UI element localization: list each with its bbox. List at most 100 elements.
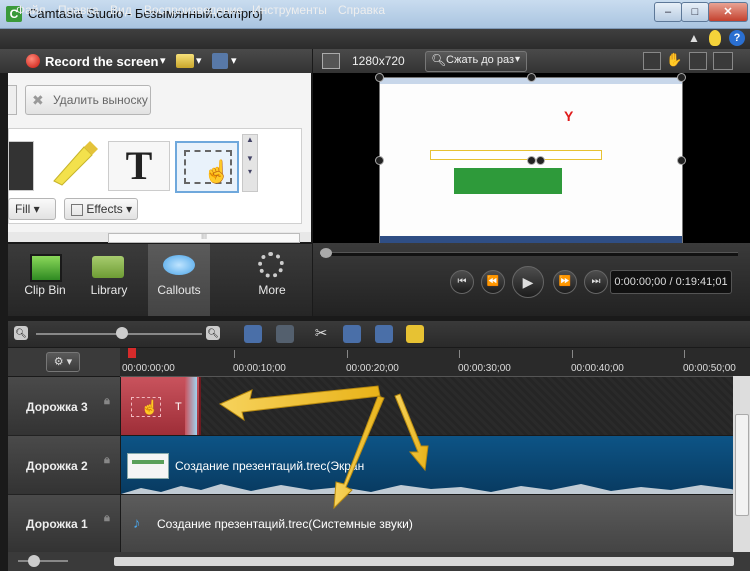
callout-clip[interactable]: ☝ T bbox=[121, 377, 201, 435]
scroll-thumb[interactable]: III bbox=[108, 233, 300, 243]
lock-icon[interactable]: 🔒︎ bbox=[104, 512, 110, 525]
fullscreen-icon[interactable] bbox=[713, 52, 733, 70]
tab-callouts[interactable]: Callouts bbox=[148, 244, 210, 316]
timeline-horizontal-scrollbar[interactable] bbox=[8, 552, 750, 571]
fast-forward-button[interactable]: ⏩ bbox=[553, 270, 577, 294]
rotate-handle-2[interactable] bbox=[536, 156, 545, 165]
paste-icon[interactable] bbox=[406, 325, 424, 343]
zoom-dropdown[interactable]: 🔍︎ Сжать до раз ▾ bbox=[425, 51, 527, 72]
track-head-2[interactable]: Дорожка 2 🔒︎ bbox=[8, 436, 120, 495]
menu-help[interactable]: Справка bbox=[338, 3, 385, 17]
ruler-label-50: 00:00:50;00 bbox=[683, 363, 736, 374]
copy-icon[interactable] bbox=[375, 325, 393, 343]
minimize-button[interactable]: – bbox=[654, 2, 682, 22]
time-total: 0:19:41;01 bbox=[675, 276, 728, 288]
panel-horizontal-scrollbar[interactable]: III bbox=[8, 232, 311, 243]
import-dropdown-arrow[interactable]: ▾ bbox=[196, 54, 202, 67]
fit-view-icon[interactable] bbox=[689, 52, 707, 70]
ruler-label-0: 00:00:00;00 bbox=[122, 363, 175, 374]
ruler-label-20: 00:00:20;00 bbox=[346, 363, 399, 374]
fill-dropdown[interactable]: Fill ▾ bbox=[8, 198, 56, 220]
scissors-icon[interactable]: ✂ bbox=[312, 325, 330, 343]
callout-tile-shape[interactable] bbox=[8, 141, 34, 191]
menu-tools[interactable]: Инструменты bbox=[252, 3, 327, 17]
tab-more-label: More bbox=[258, 283, 286, 297]
split-icon[interactable] bbox=[343, 325, 361, 343]
undo-icon[interactable] bbox=[244, 325, 262, 343]
playhead-marker[interactable] bbox=[128, 348, 136, 358]
zoom-slider-thumb[interactable] bbox=[116, 327, 128, 339]
waveform-preview bbox=[121, 484, 750, 494]
ruler-label-30: 00:00:30;00 bbox=[458, 363, 511, 374]
lock-icon[interactable]: 🔒︎ bbox=[104, 395, 110, 408]
skip-end-button[interactable]: ⏭ bbox=[584, 270, 608, 294]
gallery-scrollbar[interactable]: ▲ ▼ ▾ bbox=[242, 134, 258, 192]
delete-callout-label: Удалить выноску bbox=[53, 93, 148, 107]
fill-label: Fill bbox=[15, 202, 31, 216]
bank-banner-thumbnail bbox=[454, 168, 562, 194]
skip-start-button[interactable]: ⏮ bbox=[450, 270, 474, 294]
resize-handle-mr[interactable] bbox=[677, 156, 686, 165]
delete-callout-button[interactable]: ✖ Удалить выноску bbox=[25, 85, 151, 115]
track-head-3[interactable]: Дорожка 3 🔒︎ bbox=[8, 377, 120, 436]
menu-file[interactable]: Файл bbox=[16, 3, 46, 17]
scroll-thumb-v[interactable] bbox=[735, 414, 749, 516]
lock-icon[interactable]: 🔒︎ bbox=[104, 454, 110, 467]
import-media-icon[interactable] bbox=[176, 54, 194, 68]
rewind-button[interactable]: ⏪ bbox=[481, 270, 505, 294]
resize-handle-tl[interactable] bbox=[375, 73, 384, 82]
track-lane-3[interactable] bbox=[121, 377, 750, 435]
callout-tile-text[interactable]: T bbox=[108, 141, 170, 191]
zoom-in-icon[interactable]: 🔍︎ bbox=[206, 326, 220, 340]
track-head-1[interactable]: Дорожка 1 🔒︎ bbox=[8, 495, 120, 553]
menu-playback[interactable]: Воспроизведение bbox=[144, 3, 243, 17]
maximize-button[interactable]: □ bbox=[681, 2, 709, 22]
speech-bubble-icon bbox=[163, 255, 195, 275]
ruler-label-40: 00:00:40;00 bbox=[571, 363, 624, 374]
menu-edit[interactable]: Правка bbox=[58, 3, 99, 17]
record-screen-button[interactable]: Record the screen bbox=[45, 54, 158, 69]
track-name-1: Дорожка 1 bbox=[26, 517, 88, 531]
timeline-vertical-scrollbar[interactable] bbox=[733, 376, 750, 552]
scrub-track[interactable] bbox=[320, 252, 738, 256]
video-clip[interactable]: Создание презентаций.trec(Экран bbox=[121, 436, 750, 494]
record-dropdown-arrow[interactable]: ▾ bbox=[160, 54, 166, 67]
tab-library[interactable]: Library bbox=[78, 244, 140, 316]
canvas-size-icon[interactable] bbox=[322, 53, 340, 69]
crop-icon[interactable] bbox=[643, 52, 661, 70]
lightbulb-icon[interactable] bbox=[709, 30, 721, 46]
resize-handle-tr[interactable] bbox=[677, 73, 686, 82]
tab-more[interactable]: More bbox=[238, 244, 306, 316]
add-callout-button-partial[interactable] bbox=[8, 85, 17, 115]
menu-view[interactable]: Вид bbox=[110, 3, 132, 17]
tab-library-label: Library bbox=[90, 283, 128, 297]
bell-icon[interactable]: ▲ bbox=[688, 31, 702, 45]
rotate-handle[interactable] bbox=[527, 156, 536, 165]
audio-clip[interactable]: ♪ Создание презентаций.trec(Системные зв… bbox=[121, 495, 750, 552]
resize-handle-ml[interactable] bbox=[375, 156, 384, 165]
timeline-ruler[interactable] bbox=[120, 348, 750, 377]
pan-hand-icon[interactable]: ✋ bbox=[666, 52, 682, 68]
highlighter-icon bbox=[53, 141, 98, 186]
bottom-scroll-thumb[interactable] bbox=[28, 555, 40, 567]
effects-dropdown[interactable]: Effects ▾ bbox=[64, 198, 138, 220]
redo-icon[interactable] bbox=[276, 325, 294, 343]
resize-handle-tm[interactable] bbox=[527, 73, 536, 82]
zoom-out-icon[interactable]: 🔍︎ bbox=[14, 326, 28, 340]
time-current: 0:00:00;00 bbox=[614, 276, 667, 288]
produce-dropdown-arrow[interactable]: ▾ bbox=[231, 54, 237, 67]
produce-share-icon[interactable] bbox=[212, 53, 228, 69]
ruler-label-10: 00:00:10;00 bbox=[233, 363, 286, 374]
callout-tile-highlight[interactable] bbox=[44, 141, 104, 189]
scrub-thumb[interactable] bbox=[320, 248, 332, 258]
ruler-tick bbox=[234, 350, 235, 358]
search-box-thumbnail bbox=[430, 150, 602, 160]
callout-tile-sketch-selected[interactable]: ☝ bbox=[175, 141, 239, 193]
resolution-label[interactable]: 1280x720 bbox=[352, 54, 405, 68]
close-button[interactable]: ✕ bbox=[708, 2, 748, 22]
help-icon[interactable]: ? bbox=[729, 30, 745, 46]
track-settings-gear-icon[interactable]: ⚙ ▾ bbox=[46, 352, 80, 372]
folder-icon bbox=[92, 256, 124, 278]
tab-clip-bin[interactable]: Clip Bin bbox=[14, 244, 76, 316]
play-button[interactable]: ▶ bbox=[512, 266, 544, 298]
